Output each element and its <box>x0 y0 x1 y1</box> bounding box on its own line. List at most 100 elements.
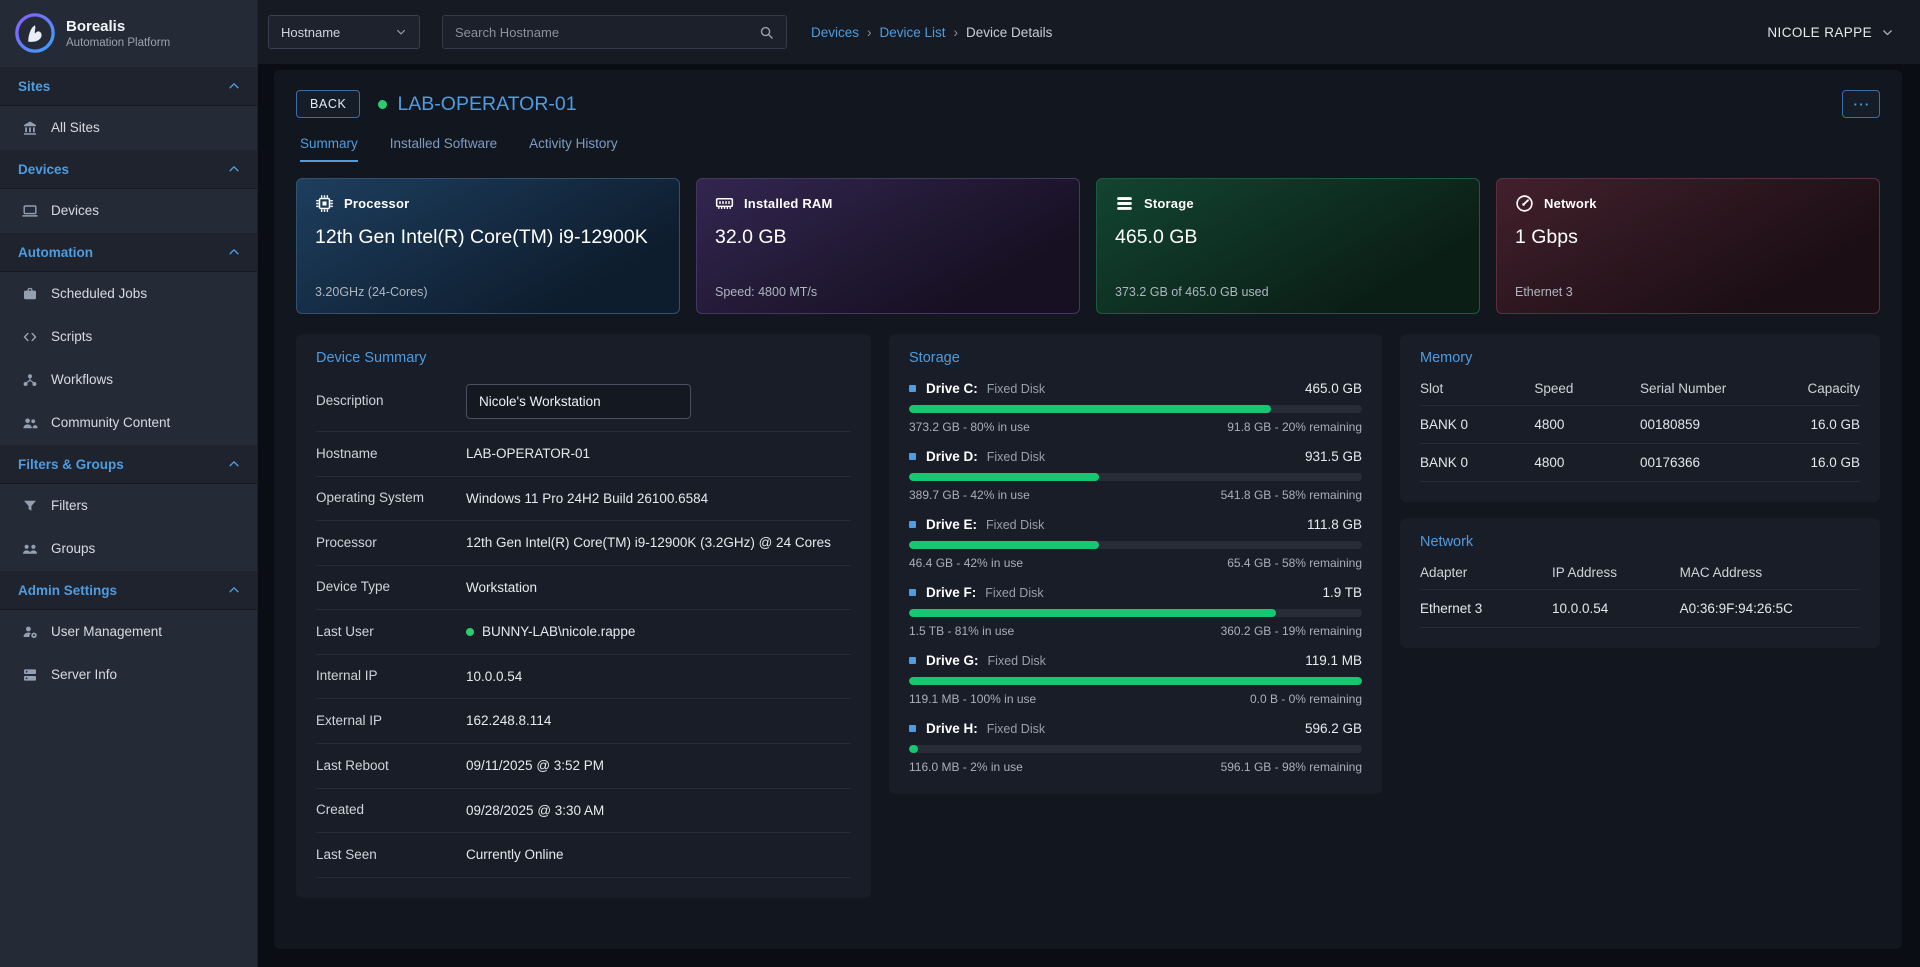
nav-item-label: Devices <box>51 203 99 218</box>
storage-stack-icon <box>1115 194 1134 213</box>
memory-header-row: Slot Speed Serial Number Capacity <box>1420 372 1860 406</box>
drive-size: 465.0 GB <box>1305 381 1362 396</box>
sidebar-item-user-management[interactable]: User Management <box>0 610 257 653</box>
row-value: 12th Gen Intel(R) Core(TM) i9-12900K (3.… <box>466 533 851 553</box>
stat-card-processor: Processor 12th Gen Intel(R) Core(TM) i9-… <box>296 178 680 314</box>
summary-row-external-ip: External IP 162.248.8.114 <box>316 699 851 744</box>
storage-panel: Storage Drive C: Fixed Disk 465.0 GB 373… <box>889 334 1382 794</box>
drive-bullet-icon <box>909 725 916 732</box>
sidebar-section-automation[interactable]: Automation <box>0 232 257 272</box>
sidebar-item-community-content[interactable]: Community Content <box>0 401 257 444</box>
drive-type: Fixed Disk <box>987 722 1045 736</box>
filter-icon <box>22 498 38 514</box>
drive-name: Drive E: <box>926 517 977 532</box>
more-options-button[interactable]: ⋯ <box>1842 90 1880 118</box>
stat-card-storage: Storage 465.0 GB 373.2 GB of 465.0 GB us… <box>1096 178 1480 314</box>
memory-slot: BANK 0 <box>1420 406 1534 444</box>
user-menu[interactable]: NICOLE RAPPE <box>1767 25 1894 40</box>
column-header: Adapter <box>1420 556 1552 590</box>
row-label: Description <box>316 392 466 410</box>
hostname-filter-dropdown[interactable]: Hostname <box>268 15 420 49</box>
chevron-up-icon <box>227 457 241 471</box>
card-title: Network <box>1544 196 1597 211</box>
row-label: Processor <box>316 534 466 552</box>
drive-size: 119.1 MB <box>1305 653 1362 668</box>
drive-bullet-icon <box>909 521 916 528</box>
card-subtitle: 373.2 GB of 465.0 GB used <box>1115 285 1461 299</box>
sidebar-item-scheduled-jobs[interactable]: Scheduled Jobs <box>0 272 257 315</box>
drive-usage-bar <box>909 473 1362 481</box>
workflow-icon <box>22 372 38 388</box>
breadcrumb-device-details: Device Details <box>966 25 1052 40</box>
drive-name: Drive F: <box>926 585 976 600</box>
memory-serial: 00180859 <box>1640 406 1772 444</box>
column-header: Capacity <box>1772 372 1860 406</box>
row-value: 09/28/2025 @ 3:30 AM <box>466 801 851 821</box>
memory-slot: BANK 0 <box>1420 444 1534 482</box>
nav-item-label: Scheduled Jobs <box>51 286 147 301</box>
row-value <box>466 384 851 419</box>
breadcrumb-devices[interactable]: Devices <box>811 25 859 40</box>
bank-icon <box>22 120 38 136</box>
sidebar-item-groups[interactable]: Groups <box>0 527 257 570</box>
memory-table: Slot Speed Serial Number Capacity BANK 0 <box>1420 372 1860 482</box>
row-value: BUNNY-LAB\nicole.rappe <box>466 622 851 642</box>
sidebar-section-filters-groups[interactable]: Filters & Groups <box>0 444 257 484</box>
drive-usage-fill <box>909 541 1099 549</box>
memory-panel: Memory Slot Speed Serial Number Capacity <box>1400 334 1880 502</box>
network-table: Adapter IP Address MAC Address Ethernet … <box>1420 556 1860 628</box>
row-value: Workstation <box>466 578 851 598</box>
row-value-text: 12th Gen Intel(R) Core(TM) i9-12900K (3.… <box>466 533 831 553</box>
drive-type: Fixed Disk <box>988 654 1046 668</box>
chevron-up-icon <box>227 162 241 176</box>
card-subtitle: Speed: 4800 MT/s <box>715 285 1061 299</box>
sidebar-section-devices[interactable]: Devices <box>0 149 257 189</box>
card-subtitle: 3.20GHz (24-Cores) <box>315 285 661 299</box>
brand-text: Borealis Automation Platform <box>66 18 170 49</box>
sidebar-item-all-sites[interactable]: All Sites <box>0 106 257 149</box>
breadcrumb-separator: › <box>946 25 967 40</box>
device-details-panel: BACK LAB-OPERATOR-01 ⋯ Summary Installed… <box>274 70 1902 949</box>
tab-summary[interactable]: Summary <box>300 136 358 162</box>
summary-row-description: Description <box>316 372 851 432</box>
row-label: Hostname <box>316 445 466 463</box>
drive-row-e: Drive E: Fixed Disk 111.8 GB 46.4 GB - 4… <box>909 517 1362 570</box>
sidebar-section-admin-settings[interactable]: Admin Settings <box>0 570 257 610</box>
search-input[interactable] <box>455 25 759 40</box>
sidebar-item-devices[interactable]: Devices <box>0 189 257 232</box>
drive-head: Drive C: Fixed Disk 465.0 GB <box>909 381 1362 396</box>
drive-usage-bar <box>909 609 1362 617</box>
table-row: BANK 0 4800 00176366 16.0 GB <box>1420 444 1860 482</box>
back-button[interactable]: BACK <box>296 90 360 118</box>
sidebar-section-sites[interactable]: Sites <box>0 66 257 106</box>
description-input[interactable] <box>466 384 691 419</box>
right-column: Memory Slot Speed Serial Number Capacity <box>1400 334 1880 648</box>
sidebar-item-scripts[interactable]: Scripts <box>0 315 257 358</box>
drive-bullet-icon <box>909 589 916 596</box>
page-header: BACK LAB-OPERATOR-01 ⋯ <box>296 90 1880 118</box>
drive-row-f: Drive F: Fixed Disk 1.9 TB 1.5 TB - 81% … <box>909 585 1362 638</box>
summary-row-hostname: Hostname LAB-OPERATOR-01 <box>316 432 851 477</box>
breadcrumb-device-list[interactable]: Device List <box>880 25 946 40</box>
drive-head: Drive D: Fixed Disk 931.5 GB <box>909 449 1362 464</box>
stat-card-network: Network 1 Gbps Ethernet 3 <box>1496 178 1880 314</box>
table-row: Ethernet 3 10.0.0.54 A0:36:9F:94:26:5C <box>1420 590 1860 628</box>
drive-bullet-icon <box>909 453 916 460</box>
network-mac: A0:36:9F:94:26:5C <box>1680 590 1860 628</box>
search-icon[interactable] <box>759 25 774 40</box>
sidebar-item-server-info[interactable]: Server Info <box>0 653 257 696</box>
drive-foot: 116.0 MB - 2% in use 596.1 GB - 98% rema… <box>909 760 1362 774</box>
tab-installed-software[interactable]: Installed Software <box>390 136 497 162</box>
sidebar-item-filters[interactable]: Filters <box>0 484 257 527</box>
summary-row-internal-ip: Internal IP 10.0.0.54 <box>316 655 851 700</box>
drive-used: 389.7 GB - 42% in use <box>909 488 1030 502</box>
gauge-icon <box>1515 194 1534 213</box>
main-area: Hostname Devices › Device List › Device … <box>258 0 1920 967</box>
drive-type: Fixed Disk <box>986 518 1044 532</box>
drive-used: 46.4 GB - 42% in use <box>909 556 1023 570</box>
tab-activity-history[interactable]: Activity History <box>529 136 618 162</box>
sidebar-item-workflows[interactable]: Workflows <box>0 358 257 401</box>
chevron-up-icon <box>227 245 241 259</box>
card-head: Installed RAM <box>715 194 1061 213</box>
summary-row-processor: Processor 12th Gen Intel(R) Core(TM) i9-… <box>316 521 851 566</box>
